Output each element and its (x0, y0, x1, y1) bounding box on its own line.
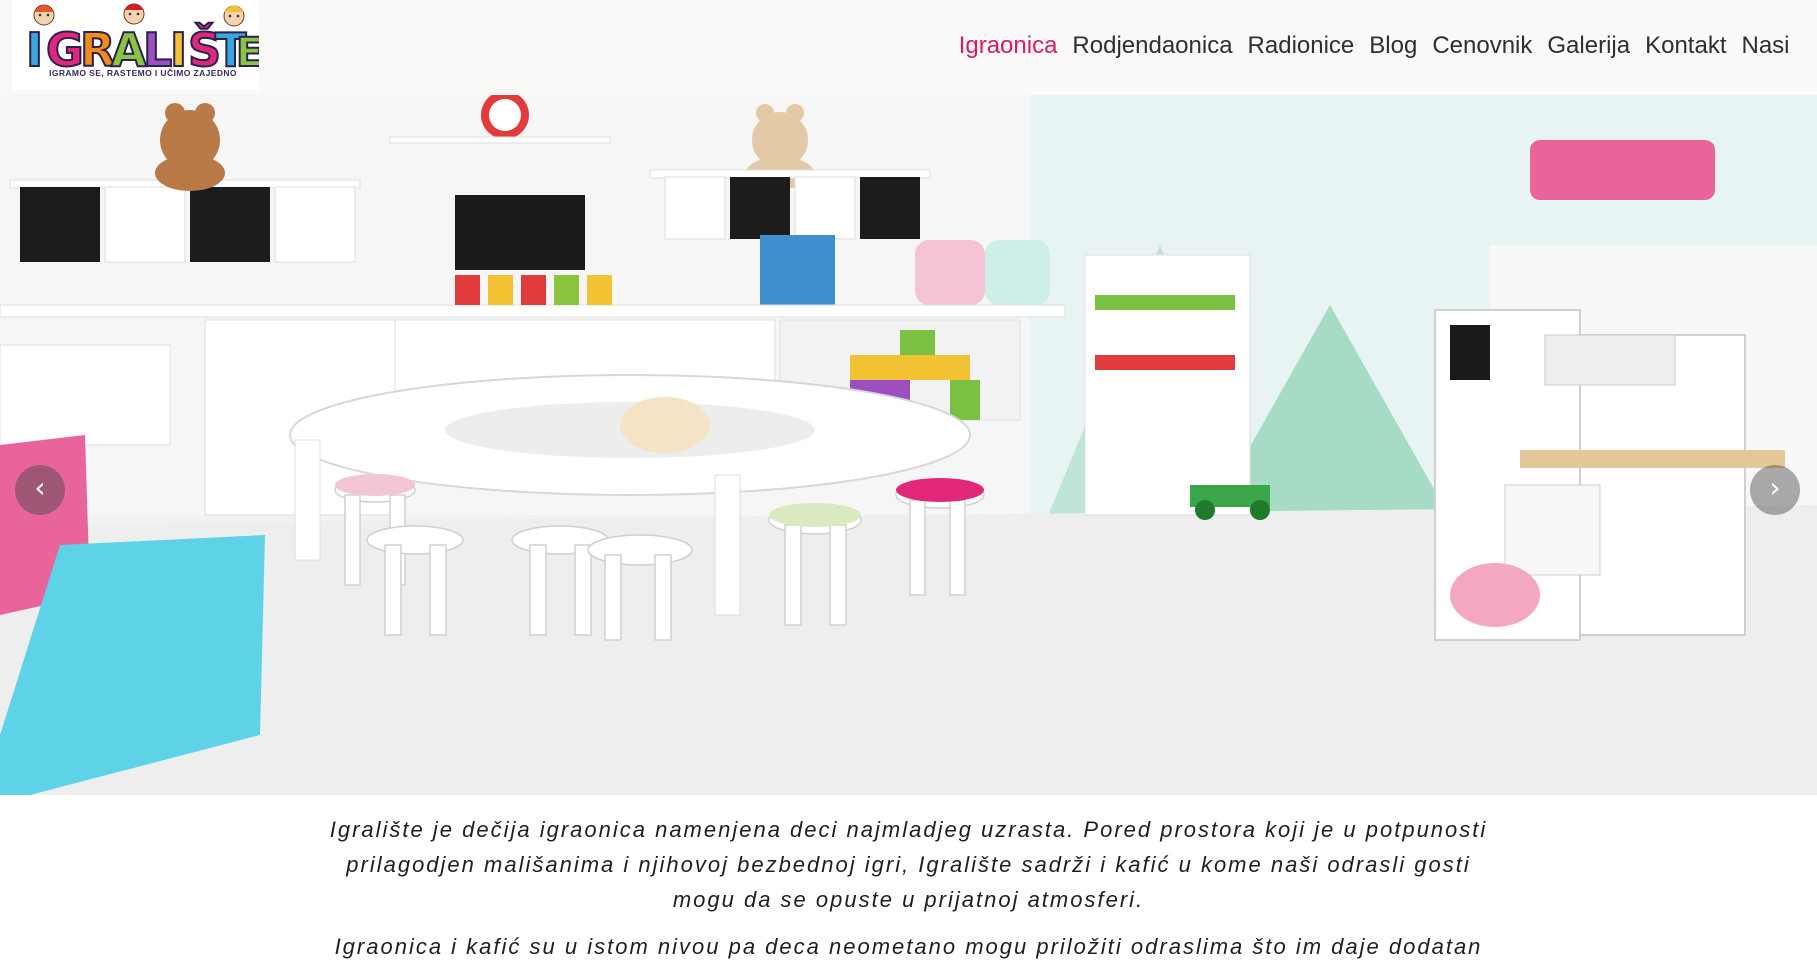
intro-paragraph-1: Igralište je dečija igraonica namenjena … (329, 817, 1488, 912)
site-logo[interactable]: I G R A L I Š T E IGRAMO SE, RASTEMO I U… (12, 0, 259, 90)
nav-item-kontakt[interactable]: Kontakt (1638, 30, 1734, 62)
nav-item-cenovnik[interactable]: Cenovnik (1425, 30, 1540, 62)
main-navigation: Igraonica Rodjendaonica Radionice Blog C… (951, 30, 1797, 62)
nav-item-igraonica[interactable]: Igraonica (951, 30, 1065, 62)
hero-playroom-image (0, 95, 1817, 795)
carousel-next-button[interactable]: › (1750, 465, 1800, 515)
nav-item-radionice[interactable]: Radionice (1240, 30, 1362, 62)
nav-item-nasi[interactable]: Nasi (1734, 30, 1797, 62)
nav-item-rodjendaonica[interactable]: Rodjendaonica (1065, 30, 1240, 62)
logo-tagline: IGRAMO SE, RASTEMO I UČIMO ZAJEDNO (49, 68, 237, 78)
intro-section: Igralište je dečija igraonica namenjena … (0, 812, 1817, 964)
site-header: I G R A L I Š T E IGRAMO SE, RASTEMO I U… (0, 0, 1817, 95)
nav-item-blog[interactable]: Blog (1362, 30, 1425, 62)
nav-item-galerija[interactable]: Galerija (1540, 30, 1638, 62)
intro-paragraph-2: Igraonica i kafić su u istom nivou pa de… (334, 934, 1483, 959)
carousel-prev-button[interactable]: ‹ (15, 465, 65, 515)
hero-carousel: ‹ › (0, 95, 1817, 795)
